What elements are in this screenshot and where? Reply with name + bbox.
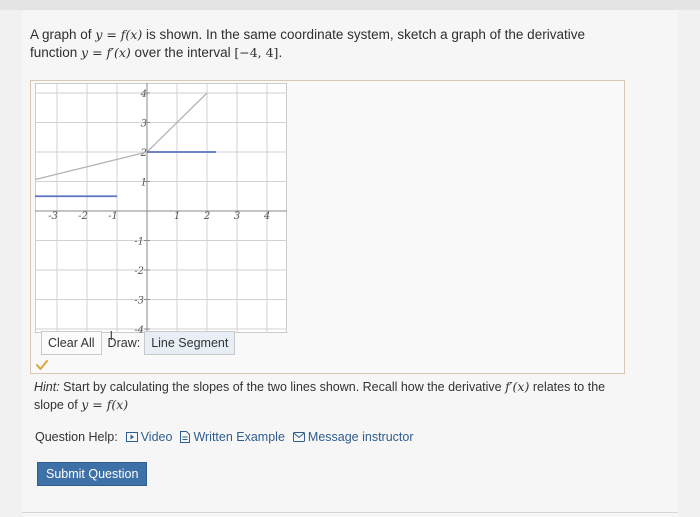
hint-text: Hint: Start by calculating the slopes of… (34, 378, 624, 414)
x-tick-label: -1 (108, 211, 118, 222)
question-part-4: . (278, 45, 283, 60)
y-tick-label: 3 (141, 119, 147, 130)
hint-derivative-notation: f′(x) (505, 379, 530, 394)
envelope-icon (292, 432, 305, 442)
written-example-link[interactable]: Written Example (180, 430, 285, 444)
question-part-1: A graph of (30, 27, 96, 42)
y-tick-label: 1 (141, 178, 147, 189)
video-link[interactable]: Video (125, 430, 173, 444)
text-cursor-icon: I (109, 328, 114, 343)
x-tick-label: -2 (78, 211, 88, 222)
message-instructor-link[interactable]: Message instructor (292, 430, 414, 444)
question-part-3: over the interval (130, 45, 235, 60)
x-tick-label: 1 (174, 211, 180, 222)
message-instructor-label: Message instructor (307, 430, 414, 444)
y-tick-label: -1 (134, 237, 144, 248)
graph-background (35, 83, 287, 333)
x-tick-label: 4 (263, 211, 270, 222)
video-link-label: Video (140, 430, 173, 444)
x-tick-label: -3 (48, 211, 58, 222)
hint-prefix: Hint: (34, 380, 60, 394)
document-icon (180, 431, 191, 443)
graph-toolbar: Clear All I Draw: Line Segment (41, 328, 236, 355)
interval-notation: [−4, 4] (234, 45, 279, 60)
hint-function-notation: y = f(x) (81, 397, 129, 412)
x-tick-label: 3 (234, 211, 240, 222)
question-help-label: Question Help: (35, 430, 118, 444)
question-help: Question Help: Video Written Example Mes… (35, 430, 414, 444)
draw-label: I Draw: (108, 328, 141, 350)
clear-all-button[interactable]: Clear All (41, 331, 102, 355)
y-tick-label: 4 (140, 89, 147, 100)
function-notation: y = f(x) (95, 27, 143, 42)
bottom-divider (22, 512, 678, 513)
question-text: A graph of y = f(x) is shown. In the sam… (30, 26, 630, 62)
checkmark-icon (36, 360, 48, 370)
y-tick-label: -3 (134, 296, 144, 307)
written-example-label: Written Example (193, 430, 285, 444)
x-tick-label: 2 (203, 211, 210, 222)
graph-canvas[interactable]: -4-3-2-112344321-1-2-3-4 (35, 83, 287, 333)
top-bar (0, 0, 700, 10)
y-tick-label: -2 (134, 266, 144, 277)
hint-part-1: Start by calculating the slopes of the t… (59, 380, 506, 394)
line-segment-tool-button[interactable]: Line Segment (144, 331, 236, 355)
submit-question-button[interactable]: Submit Question (37, 462, 148, 486)
derivative-notation: y = f′(x) (81, 45, 131, 60)
video-icon (125, 432, 138, 442)
